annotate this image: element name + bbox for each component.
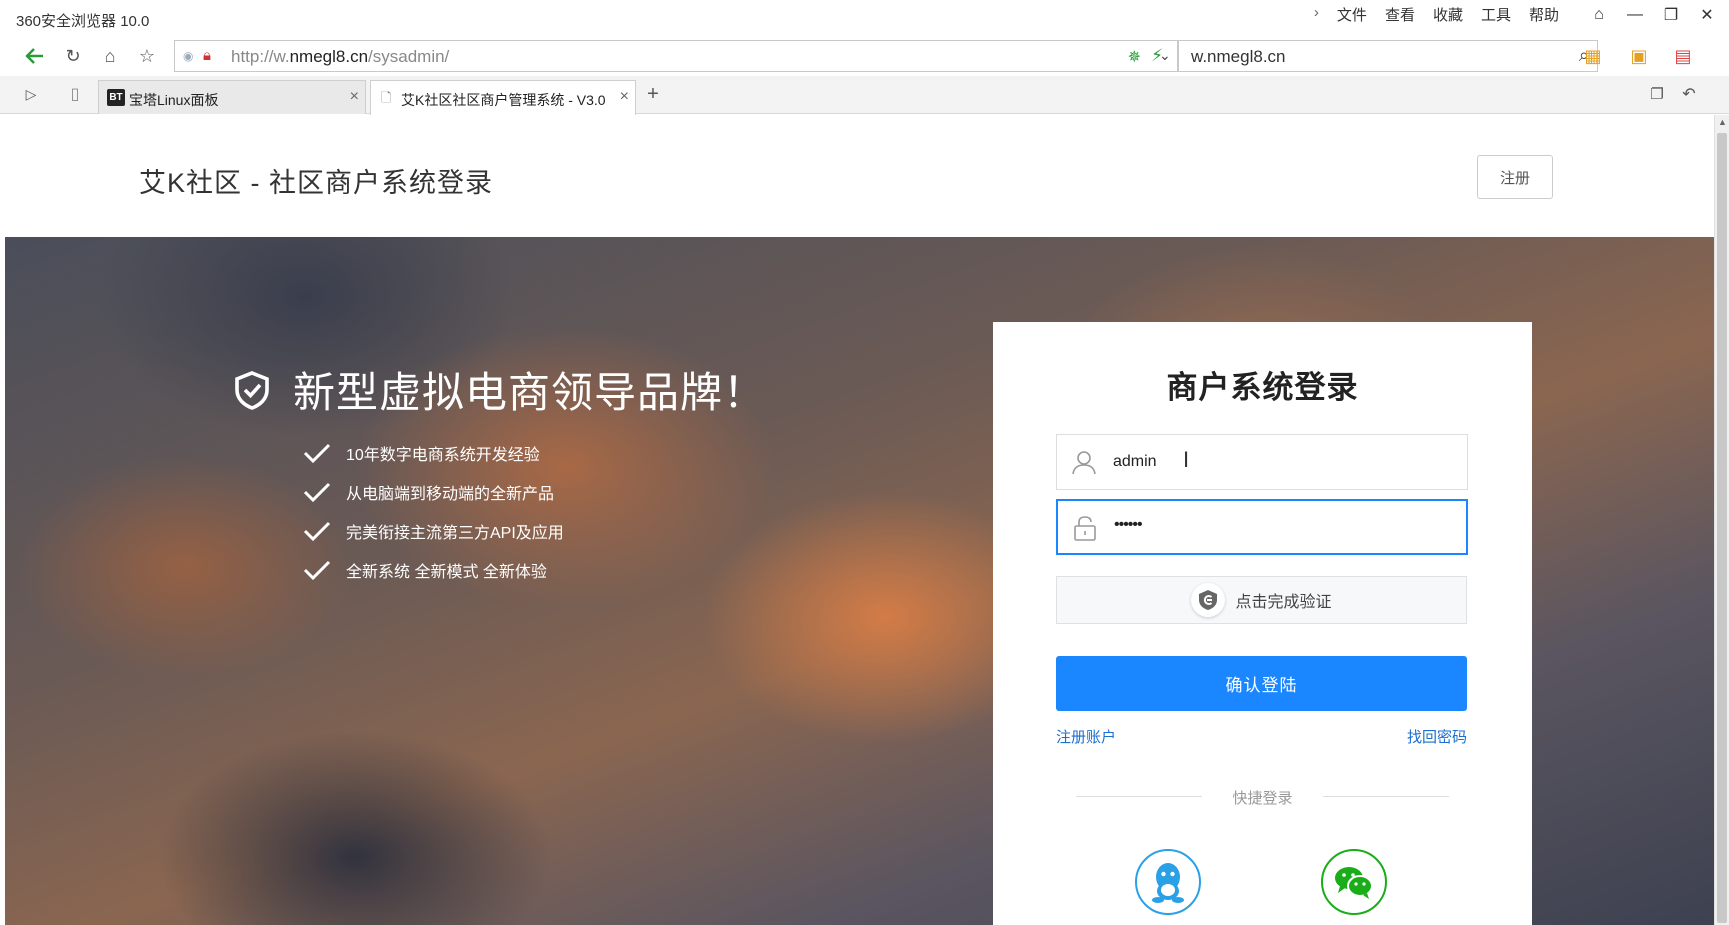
browser-menu: › 文件 查看 收藏 工具 帮助 bbox=[1314, 4, 1559, 25]
back-icon[interactable] bbox=[20, 42, 50, 70]
browser-navbar: ↻ ⌂ ☆ ◉ 🔒︎ http://w.nmegl8.cn/sysadmin/ … bbox=[0, 36, 1729, 76]
restore-icon[interactable]: ❐ bbox=[1653, 2, 1689, 28]
check-icon bbox=[303, 560, 331, 580]
menu-item-help[interactable]: 帮助 bbox=[1529, 4, 1559, 25]
tab-baota[interactable]: BT 宝塔Linux面板 × bbox=[98, 80, 366, 114]
lock-icon bbox=[1074, 516, 1096, 541]
username-field[interactable]: admin I bbox=[1056, 434, 1468, 490]
web-page: 艾K社区 - 社区商户系统登录 注册 新型虚拟电商领导品牌！ 10年数字电商系统… bbox=[5, 115, 1714, 925]
scroll-up-icon[interactable]: ▲ bbox=[1718, 117, 1727, 127]
wechat-icon bbox=[1335, 867, 1373, 899]
tab-merchant-system[interactable]: 🗋︎ 艾K社区社区商户管理系统 - V3.0 × bbox=[370, 80, 636, 115]
new-tab-button[interactable]: + bbox=[638, 80, 668, 108]
feature-text: 从电脑端到移动端的全新产品 bbox=[346, 485, 555, 503]
favorite-star-icon[interactable]: ☆ bbox=[132, 42, 162, 70]
site-title: 艾K社区 - 社区商户系统登录 bbox=[139, 168, 494, 198]
quick-login-label: 快捷登录 bbox=[1232, 790, 1293, 807]
minimize-icon[interactable]: — bbox=[1617, 2, 1653, 28]
check-icon bbox=[303, 482, 331, 502]
password-field[interactable]: •••••• bbox=[1056, 499, 1468, 555]
feature-text: 全新系统 全新模式 全新体验 bbox=[346, 563, 547, 581]
register-account-link[interactable]: 注册账户 bbox=[1056, 726, 1116, 747]
extension-icon[interactable]: ▣ bbox=[1624, 42, 1654, 70]
forgot-password-link[interactable]: 找回密码 bbox=[1407, 726, 1467, 747]
captcha-verify-button[interactable]: 点击完成验证 bbox=[1056, 576, 1467, 624]
wechat-login-button[interactable] bbox=[1321, 849, 1387, 915]
login-card: 商户系统登录 admin I •••••• 点击完成验证 确认登陆 注册账户 找… bbox=[993, 322, 1532, 925]
apps-icon[interactable]: ▦ bbox=[1578, 42, 1608, 70]
feature-item: 10年数字电商系统开发经验 bbox=[302, 433, 564, 472]
tab-close-icon[interactable]: × bbox=[350, 88, 359, 106]
tab-close-icon[interactable]: × bbox=[620, 88, 629, 106]
skin-icon[interactable]: ⌂ bbox=[1581, 2, 1617, 28]
feature-text: 完美衔接主流第三方API及应用 bbox=[346, 524, 564, 542]
divider-right bbox=[1323, 796, 1449, 797]
slogan: 新型虚拟电商领导品牌！ bbox=[233, 359, 766, 420]
feature-text: 10年数字电商系统开发经验 bbox=[346, 446, 540, 464]
feature-item: 完美衔接主流第三方API及应用 bbox=[302, 511, 564, 550]
slogan-text: 新型虚拟电商领导品牌！ bbox=[293, 369, 767, 416]
menu-item-tools[interactable]: 工具 bbox=[1481, 4, 1511, 25]
menu-item-file[interactable]: 文件 bbox=[1337, 4, 1367, 25]
bt-logo-icon: BT bbox=[107, 89, 125, 106]
page-header: 艾K社区 - 社区商户系统登录 注册 bbox=[5, 115, 1714, 237]
mobile-icon[interactable]: ▯ bbox=[60, 80, 90, 108]
login-submit-button[interactable]: 确认登陆 bbox=[1056, 656, 1467, 711]
close-window-icon[interactable]: ✕ bbox=[1689, 2, 1725, 28]
check-icon bbox=[303, 443, 331, 463]
verify-label: 点击完成验证 bbox=[1235, 594, 1332, 611]
search-input[interactable]: w.nmegl8.cn bbox=[1191, 47, 1286, 67]
username-value: admin bbox=[1113, 453, 1157, 470]
feature-list: 10年数字电商系统开发经验 从电脑端到移动端的全新产品 完美衔接主流第三方API… bbox=[302, 433, 564, 589]
user-icon bbox=[1072, 451, 1096, 475]
login-title: 商户系统登录 bbox=[1166, 370, 1359, 405]
check-icon bbox=[303, 521, 331, 541]
page-scrollbar[interactable]: ▲ bbox=[1714, 115, 1729, 925]
tab-list-icon[interactable]: ❐ bbox=[1642, 80, 1672, 108]
menu-expand-icon[interactable]: › bbox=[1314, 4, 1319, 25]
refresh-icon[interactable]: ↻ bbox=[58, 42, 88, 70]
text-cursor-icon: I bbox=[1183, 447, 1190, 472]
captcha-shield-icon bbox=[1191, 583, 1226, 617]
compat-mode-icon[interactable]: ✵ bbox=[1128, 47, 1141, 67]
app-title: 360安全浏览器 10.0 bbox=[16, 13, 150, 30]
menu-item-view[interactable]: 查看 bbox=[1385, 4, 1415, 25]
qq-icon bbox=[1152, 863, 1184, 903]
home-icon[interactable]: ⌂ bbox=[95, 42, 125, 70]
tab-label: 宝塔Linux面板 bbox=[129, 92, 219, 108]
tab-bar: ▷ ▯ BT 宝塔Linux面板 × 🗋︎ 艾K社区社区商户管理系统 - V3.… bbox=[0, 76, 1729, 115]
sidebar-toggle-icon[interactable]: ▷ bbox=[16, 80, 46, 108]
window-controls: ⌂ — ❐ ✕ bbox=[1581, 2, 1725, 28]
feature-item: 全新系统 全新模式 全新体验 bbox=[302, 550, 564, 589]
browser-titlebar: 360安全浏览器 10.0 › 文件 查看 收藏 工具 帮助 ⌂ — ❐ ✕ bbox=[0, 0, 1729, 36]
scrollbar-thumb[interactable] bbox=[1717, 133, 1727, 923]
undo-close-tab-icon[interactable]: ↶ bbox=[1674, 80, 1704, 108]
address-dropdown-icon[interactable]: ⌄ bbox=[1159, 47, 1171, 64]
page-icon: 🗋︎ bbox=[381, 90, 392, 105]
qq-login-button[interactable] bbox=[1135, 849, 1201, 915]
feature-item: 从电脑端到移动端的全新产品 bbox=[302, 472, 564, 511]
site-info-icon[interactable]: ◉ bbox=[183, 49, 193, 63]
address-bar[interactable]: ◉ 🔒︎ http://w.nmegl8.cn/sysadmin/ ✵ ⚡︎ bbox=[174, 40, 1178, 72]
menu-item-favorites[interactable]: 收藏 bbox=[1433, 4, 1463, 25]
address-text[interactable]: http://w.nmegl8.cn/sysadmin/ bbox=[231, 47, 449, 67]
tab-label: 艾K社区社区商户管理系统 - V3.0 bbox=[401, 92, 605, 108]
password-value: •••••• bbox=[1114, 516, 1143, 533]
translate-icon[interactable]: ▤ bbox=[1668, 42, 1698, 70]
insecure-lock-icon[interactable]: 🔒︎ bbox=[203, 47, 211, 64]
register-button[interactable]: 注册 bbox=[1477, 155, 1553, 199]
search-bar[interactable]: ⌄ w.nmegl8.cn ⌕ bbox=[1159, 40, 1598, 72]
shield-check-icon bbox=[235, 370, 269, 410]
